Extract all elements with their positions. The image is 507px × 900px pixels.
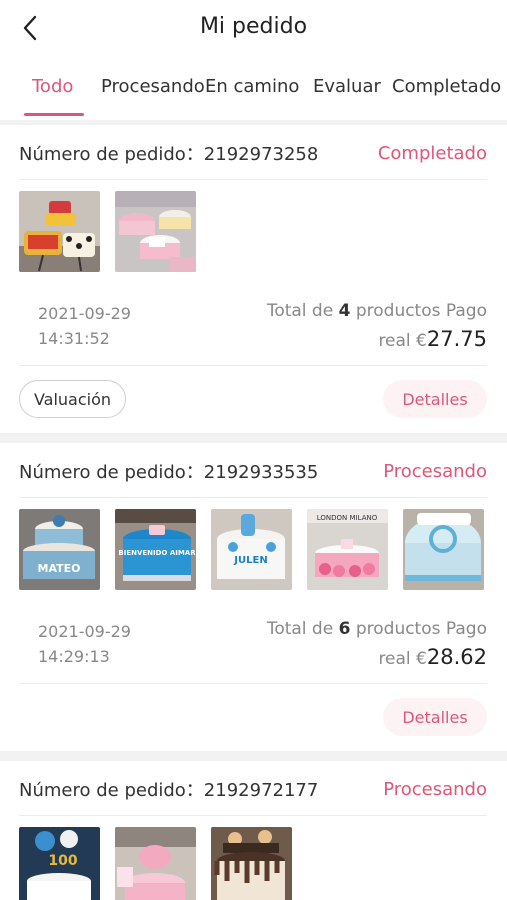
order-amount: 27.75 [426, 327, 487, 351]
order-date: 2021-09-29 [38, 304, 131, 323]
order-date: 2021-09-29 [38, 622, 131, 641]
total-suffix: productos Pago [350, 301, 487, 321]
real-label: real € [378, 649, 427, 669]
page-title: Mi pedido [199, 14, 308, 39]
total-prefix: Total de [266, 619, 339, 639]
order-number: Número de pedido：2192973258 [19, 144, 319, 165]
product-image[interactable] [19, 191, 100, 272]
order-number: Número de pedido：2192972177 [19, 780, 319, 801]
cake-text: 100 [48, 853, 77, 869]
order-card[interactable]: Número de pedido：2192933535 Procesando M… [0, 443, 507, 751]
product-image[interactable]: LONDON MILANO [307, 509, 388, 590]
order-card[interactable]: Número de pedido：2192972177 Procesando 1… [0, 761, 507, 900]
order-status: Completado [377, 142, 487, 164]
order-status: Procesando [383, 460, 487, 482]
cake-text: MATEO [38, 562, 81, 575]
tab-procesando[interactable]: Procesando [101, 76, 205, 97]
product-image[interactable]: MATEO [19, 509, 100, 590]
product-thumbnails: 100 [19, 827, 292, 900]
order-total: Total de 4 productos Pago real €27.75 [267, 297, 487, 355]
total-prefix: Total de [266, 301, 339, 321]
cake-text: LONDON MILANO [317, 514, 378, 522]
cake-text: JULEN [233, 555, 267, 566]
product-image[interactable] [211, 827, 292, 900]
divider [19, 179, 487, 180]
order-time: 14:31:52 [38, 329, 110, 348]
details-button[interactable]: Detalles [383, 380, 487, 418]
divider [19, 683, 487, 684]
tab-completado[interactable]: Completado [392, 76, 501, 97]
order-amount: 28.62 [426, 645, 487, 669]
product-thumbnails [19, 191, 196, 272]
order-card[interactable]: Número de pedido：2192973258 Completado 2… [0, 125, 507, 433]
order-time: 14:29:13 [38, 647, 110, 666]
divider [19, 365, 487, 366]
product-image[interactable] [115, 827, 196, 900]
product-image[interactable]: 100 [19, 827, 100, 900]
cake-text: BIENVENIDO AIMAR [118, 549, 196, 557]
product-image[interactable] [403, 509, 484, 590]
total-suffix: productos Pago [350, 619, 487, 639]
order-total: Total de 6 productos Pago real €28.62 [267, 615, 487, 673]
product-image[interactable]: BIENVENIDO AIMAR [115, 509, 196, 590]
order-datetime: 2021-09-29 14:29:13 [38, 619, 131, 669]
active-tab-indicator [24, 113, 84, 116]
header-bar: Mi pedido [0, 0, 507, 58]
real-label: real € [378, 331, 427, 351]
tab-todo[interactable]: Todo [32, 76, 73, 97]
divider [19, 497, 487, 498]
order-status: Procesando [383, 778, 487, 800]
valuation-button[interactable]: Valuación [19, 380, 126, 418]
order-number: Número de pedido：2192933535 [19, 462, 319, 483]
item-count: 4 [338, 301, 351, 321]
item-count: 6 [338, 619, 351, 639]
status-tabs: Todo Procesando En camino Evaluar Comple… [0, 58, 507, 120]
details-button[interactable]: Detalles [383, 698, 487, 736]
product-image[interactable]: JULEN [211, 509, 292, 590]
order-datetime: 2021-09-29 14:31:52 [38, 301, 131, 351]
tab-evaluar[interactable]: Evaluar [313, 76, 381, 97]
product-image[interactable] [115, 191, 196, 272]
divider [19, 815, 487, 816]
product-thumbnails: MATEO BIENVENIDO AIMAR JULEN LONDON MILA… [19, 509, 484, 590]
tab-en-camino[interactable]: En camino [205, 76, 299, 97]
